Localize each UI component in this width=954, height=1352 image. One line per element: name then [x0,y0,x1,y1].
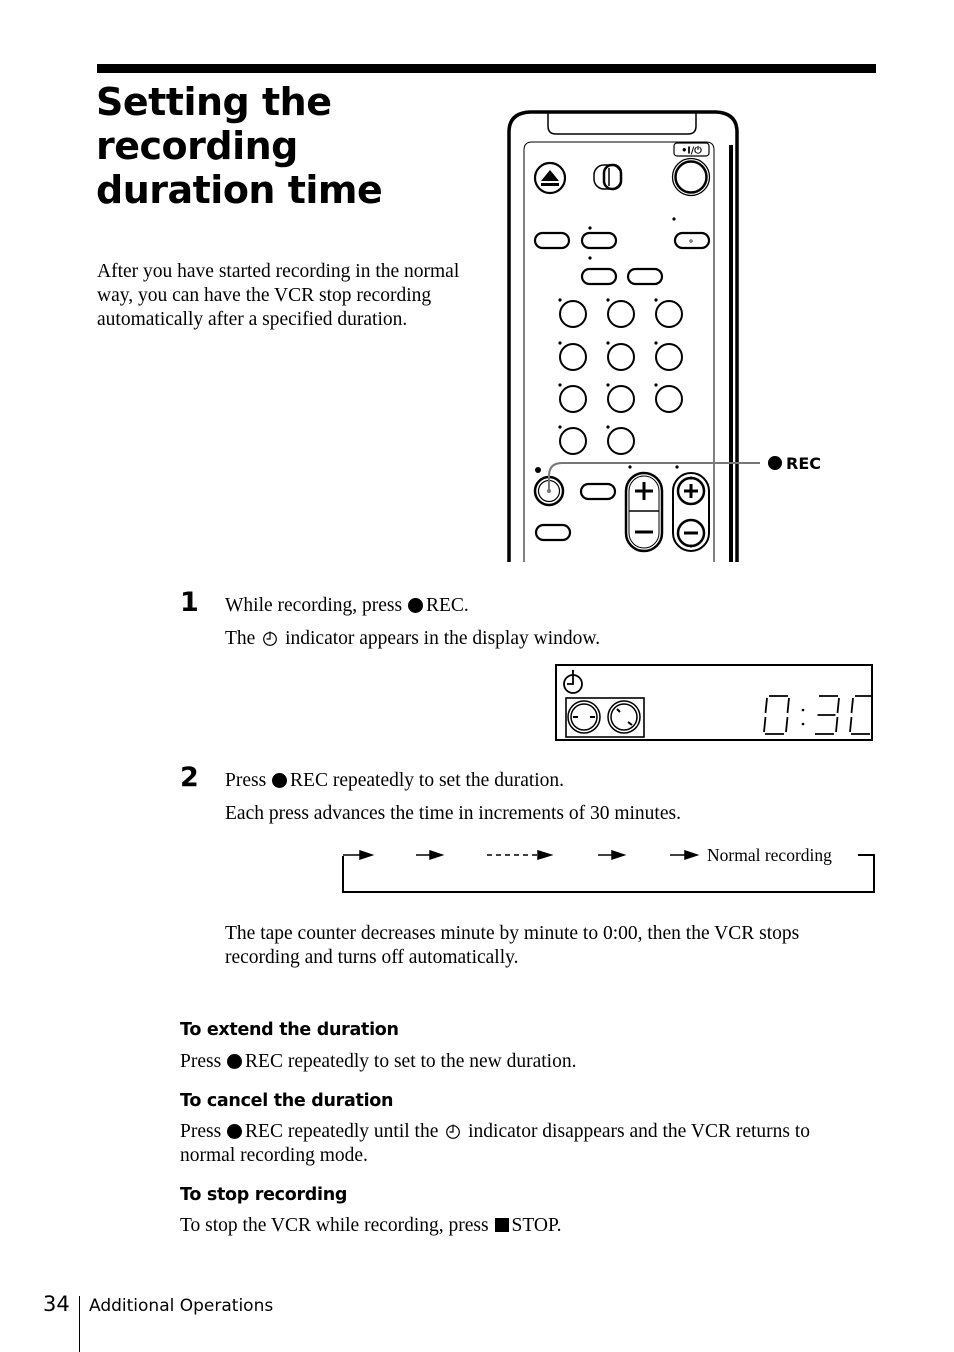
rec-callout-label: REC [786,454,821,473]
title-line: Setting the [96,80,332,124]
header-rule [97,64,876,73]
lcd-segment [836,697,840,714]
step-text: REC. [425,595,469,616]
intro-paragraph: After you have started recording in the … [97,261,460,330]
step-number: 1 [180,587,199,618]
footer-rule [79,1296,80,1352]
footer-section-name: Additional Operations [89,1296,274,1316]
step-2-note: Each press advances the time in incremen… [225,803,681,824]
timer-icon [563,669,583,694]
eject-icon [533,161,567,195]
number-key [655,385,683,413]
number-key [607,385,635,413]
section-text-part: REC repeatedly until the [245,1121,439,1142]
step-text: While recording, press [225,595,403,616]
record-dot-icon [272,772,288,788]
key-dot [606,383,610,387]
sequence-arrow [343,849,375,861]
record-dot-icon [768,456,782,470]
page-number: 34 [43,1292,70,1316]
rec-callout: REC [768,453,821,475]
number-key [559,343,587,371]
key-dot [606,425,610,429]
section-heading: To extend the duration [180,1020,399,1040]
power-button-icon: •I/⏻ [671,142,711,197]
step-text: The [225,628,256,649]
record-dot-icon [227,1053,243,1069]
sequence-end-label: Normal recording [704,844,835,866]
key-dot [558,425,562,429]
timer-icon [446,1124,461,1139]
section-text-part: Press [180,1051,222,1072]
section-text-part: STOP. [511,1215,562,1236]
channel-rocker [672,472,710,552]
section-heading: To cancel the duration [180,1091,394,1111]
slide-switch-icon [593,163,623,191]
remote-inner-panel [523,141,715,562]
remote-control-illustration: •I/⏻ [507,110,760,562]
lcd-segment [786,697,790,714]
step-1-instruction: While recording, press REC. [225,594,469,618]
record-dot-icon [227,1123,243,1139]
section-text-part: Press [180,1121,222,1142]
lcd-segment [850,697,854,714]
record-dot-icon [407,597,423,613]
number-key [559,427,587,455]
cassette-icon [565,697,645,738]
lcd-segment [835,716,839,733]
volume-rocker [624,471,664,553]
number-key [607,300,635,328]
section-text: Press REC repeatedly to set to the new d… [180,1050,576,1074]
lcd-colon [801,708,805,712]
lcd-segment [785,716,789,733]
key-dot [606,341,610,345]
section-text-part: REC repeatedly to set to the new duratio… [245,1051,577,1072]
step-text: REC repeatedly to set the duration. [290,770,565,791]
lcd-colon [801,722,805,726]
section-text: Press REC repeatedly until the indicator… [180,1120,840,1168]
key-dot [606,298,610,302]
lcd-segment [764,697,768,714]
lcd-segment [849,716,853,733]
title-line: recording [96,124,298,168]
key-dot [558,383,562,387]
number-key [607,427,635,455]
section-text-part: To stop the VCR while recording, press [180,1215,489,1236]
time-readout [763,695,872,735]
step-1-note: The indicator appears in the display win… [225,627,600,651]
svg-text:•I/⏻: •I/⏻ [681,145,702,157]
countdown-explanation: The tape counter decreases minute by min… [225,923,800,968]
key-dot [654,298,658,302]
number-key [655,343,683,371]
sequence-arrow [598,849,627,861]
stop-square-icon [494,1218,509,1233]
number-key [559,385,587,413]
timer-icon [263,631,278,646]
lcd-segment [763,716,767,733]
key-dot [654,341,658,345]
key-dot [558,341,562,345]
key-dot [558,298,562,302]
number-key [655,300,683,328]
sequence-arrow [416,849,445,861]
vcr-display-window: 0:30 [555,664,873,741]
sequence-arrow-dashed [487,849,554,861]
section-text: To stop the VCR while recording, press S… [180,1214,562,1238]
function-buttons [533,231,711,286]
step-text: Press [225,770,267,791]
sequence-arrow [670,849,700,861]
section-heading: To stop recording [180,1185,348,1205]
page-title: Setting the recording duration time [96,80,476,212]
number-key [607,343,635,371]
number-key [559,300,587,328]
title-line: duration time [96,168,383,212]
number-pad [558,298,683,455]
remote-ir-window [547,113,697,135]
step-number: 2 [180,762,199,793]
step-2-instruction: Press REC repeatedly to set the duration… [225,769,564,793]
step-text: indicator appears in the display window. [285,628,601,649]
key-dot [654,383,658,387]
